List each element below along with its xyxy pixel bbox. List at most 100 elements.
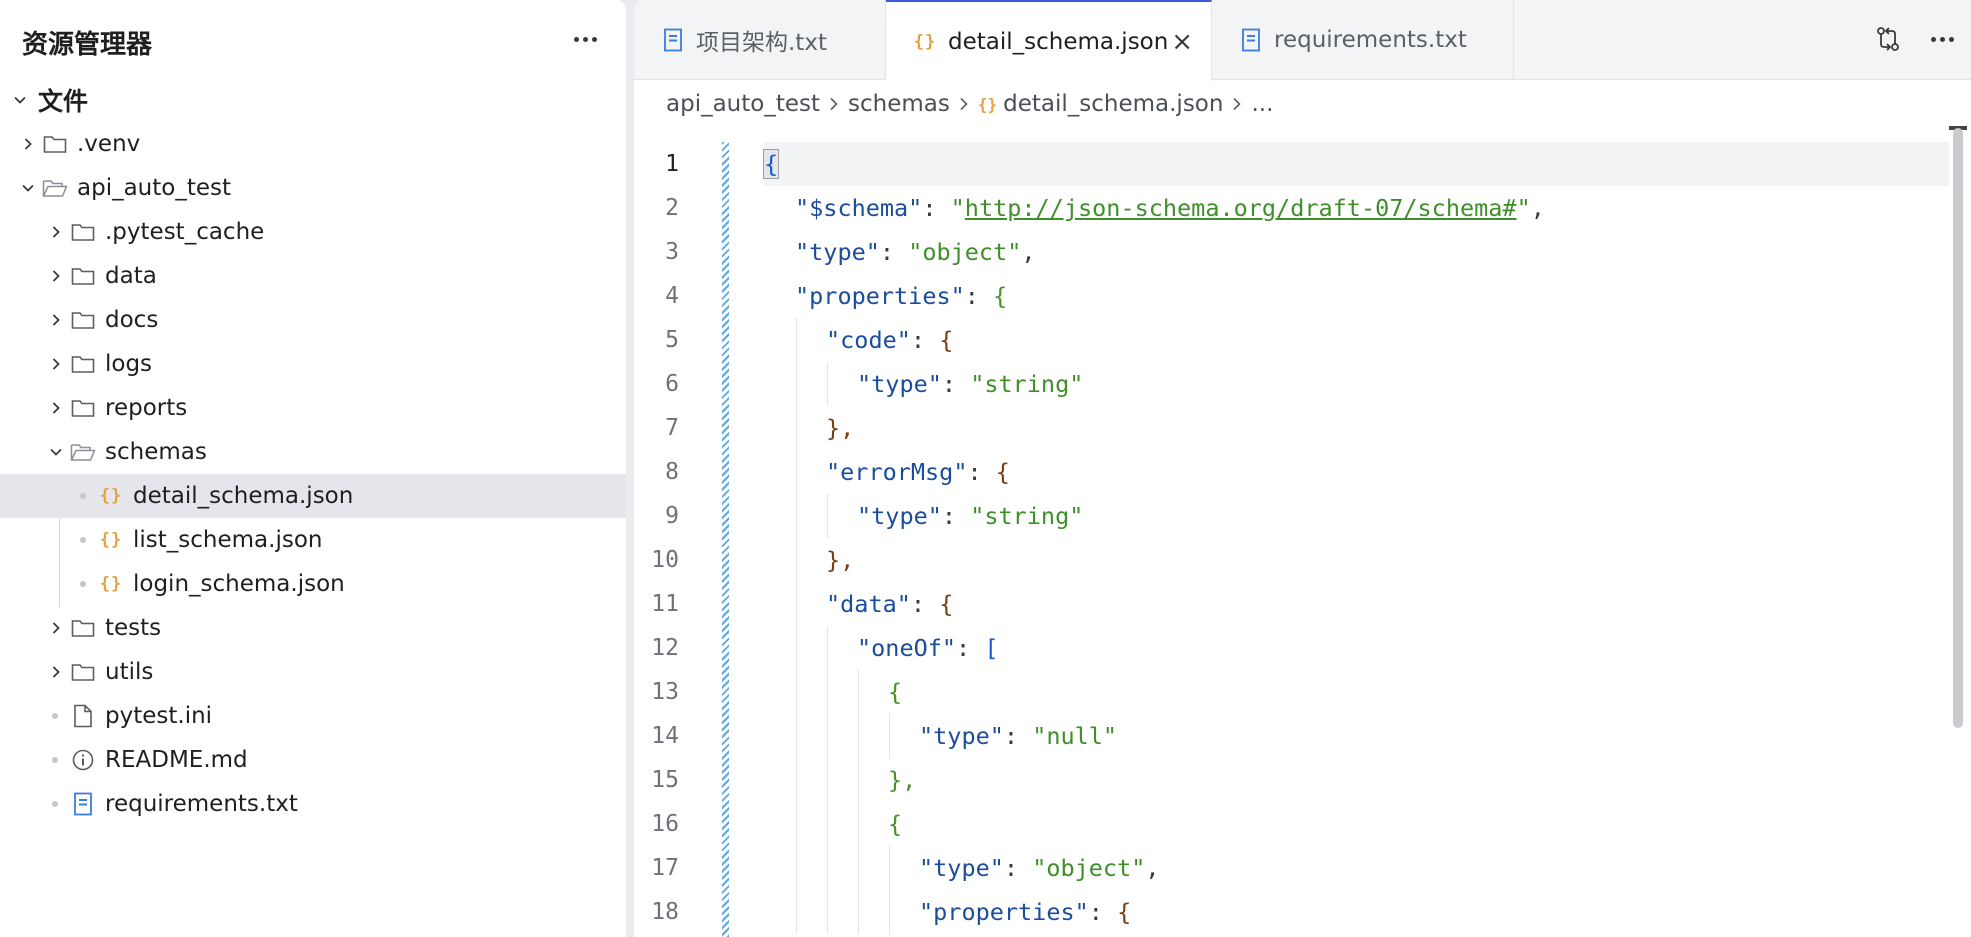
text-file-icon <box>660 27 686 53</box>
indent-guide <box>827 494 828 538</box>
indent-guide <box>796 670 797 714</box>
line-number: 16 <box>651 811 679 837</box>
line-number: 9 <box>665 503 679 529</box>
tree-item-venv[interactable]: .venv <box>0 122 626 166</box>
tree-item-label: schemas <box>105 439 207 465</box>
line-number: 4 <box>665 283 679 309</box>
close-icon[interactable]: × <box>1171 27 1193 57</box>
line-number: 1 <box>665 151 679 177</box>
code-line: 2 "$schema": "http://json-schema.org/dra… <box>634 186 1949 230</box>
code-line: 6 "type": "string" <box>634 362 1949 406</box>
chevron-down-icon <box>18 178 38 198</box>
line-number: 18 <box>651 899 679 925</box>
line-number: 7 <box>665 415 679 441</box>
editor-pane: 项目架构.txt {} detail_schema.json × require… <box>634 0 1971 937</box>
text-file-icon <box>70 791 96 817</box>
text-file-icon <box>1238 27 1264 53</box>
folder-open-icon <box>42 175 68 201</box>
tree-item-login-schema[interactable]: {} login_schema.json <box>0 562 626 606</box>
breadcrumb-item[interactable]: api_auto_test <box>666 91 820 117</box>
dot-icon <box>80 537 86 543</box>
tree-item-readme[interactable]: README.md <box>0 738 626 782</box>
tree-item-label: docs <box>105 307 159 333</box>
indent-guide <box>889 846 890 890</box>
breadcrumb-item[interactable]: schemas <box>848 91 950 117</box>
tree-item-detail-schema[interactable]: {} detail_schema.json <box>0 474 626 518</box>
indent-guide <box>796 890 797 934</box>
tab-detail-schema[interactable]: {} detail_schema.json × <box>886 0 1212 81</box>
breadcrumb-item[interactable]: ... <box>1251 91 1273 117</box>
tree-item-pytest-ini[interactable]: pytest.ini <box>0 694 626 738</box>
indent-guide <box>858 802 859 846</box>
vertical-scrollbar[interactable] <box>1953 128 1963 728</box>
tree-item-pytest-cache[interactable]: .pytest_cache <box>0 210 626 254</box>
tree-item-requirements[interactable]: requirements.txt <box>0 782 626 826</box>
editor-more-button[interactable] <box>1925 22 1959 56</box>
line-number: 10 <box>651 547 679 573</box>
tree-item-label: pytest.ini <box>105 703 213 729</box>
line-number: 17 <box>651 855 679 881</box>
indent-guide <box>858 846 859 890</box>
breadcrumb-item[interactable]: detail_schema.json <box>1003 91 1223 117</box>
line-number: 13 <box>651 679 679 705</box>
tree-item-schemas[interactable]: schemas <box>0 430 626 474</box>
chevron-right-icon <box>46 266 66 286</box>
code-line: 1 { <box>634 142 1949 186</box>
chevron-right-icon <box>46 310 66 330</box>
tree-item-api-auto-test[interactable]: api_auto_test <box>0 166 626 210</box>
file-icon <box>70 703 96 729</box>
tree-item-tests[interactable]: tests <box>0 606 626 650</box>
chevron-right-icon <box>46 354 66 374</box>
code-editor[interactable]: 1 { 2 "$schema": "http://json-schema.org… <box>634 142 1971 937</box>
code-line: 12 "oneOf": [ <box>634 626 1949 670</box>
editor-actions <box>1871 22 1959 56</box>
code-text: }, <box>826 546 855 574</box>
tree-item-list-schema[interactable]: {} list_schema.json <box>0 518 626 562</box>
indent-guide <box>796 494 797 538</box>
line-number: 3 <box>665 239 679 265</box>
indent-guide <box>827 846 828 890</box>
tree-item-label: data <box>105 263 157 289</box>
indent-guide <box>796 802 797 846</box>
dot-icon <box>52 801 58 807</box>
schema-url-link[interactable]: http://json-schema.org/draft-07/schema# <box>965 194 1517 222</box>
code-line: 8 "errorMsg": { <box>634 450 1949 494</box>
tree-item-label: list_schema.json <box>133 527 323 553</box>
more-actions-button[interactable] <box>570 24 600 54</box>
tree-item-label: README.md <box>105 747 248 773</box>
code-line: 11 "data": { <box>634 582 1949 626</box>
chevron-right-icon <box>820 97 848 111</box>
dot-icon <box>80 581 86 587</box>
indent-guide <box>796 582 797 626</box>
tree-item-label: detail_schema.json <box>133 483 354 509</box>
indent-guide <box>827 890 828 934</box>
tree-item-data[interactable]: data <box>0 254 626 298</box>
line-number: 5 <box>665 327 679 353</box>
folder-icon <box>42 131 68 157</box>
code-line: 13 { <box>634 670 1949 714</box>
compare-changes-button[interactable] <box>1871 22 1905 56</box>
indent-guide <box>827 362 828 406</box>
tree-item-label: tests <box>105 615 162 641</box>
tab-label: detail_schema.json <box>948 28 1169 55</box>
tree-item-utils[interactable]: utils <box>0 650 626 694</box>
folder-icon <box>70 395 96 421</box>
tab-requirements[interactable]: requirements.txt <box>1212 0 1514 80</box>
indent-guide <box>827 714 828 758</box>
tree-item-label: .venv <box>77 131 141 157</box>
code-text: "data": { <box>826 590 954 618</box>
tree-item-logs[interactable]: logs <box>0 342 626 386</box>
code-line: 7 }, <box>634 406 1949 450</box>
code-text: "type": "string" <box>857 370 1084 398</box>
tab-project-architecture[interactable]: 项目架构.txt <box>634 0 886 80</box>
json-file-icon: {} <box>99 530 123 550</box>
tree-item-reports[interactable]: reports <box>0 386 626 430</box>
code-text: "properties": { <box>919 898 1132 926</box>
chevron-right-icon <box>950 97 978 111</box>
code-text: { <box>888 678 903 706</box>
tree-root-files[interactable]: 文件 <box>0 78 626 122</box>
indent-guide <box>796 846 797 890</box>
tree-item-docs[interactable]: docs <box>0 298 626 342</box>
code-text: "code": { <box>826 326 954 354</box>
code-line: 9 "type": "string" <box>634 494 1949 538</box>
